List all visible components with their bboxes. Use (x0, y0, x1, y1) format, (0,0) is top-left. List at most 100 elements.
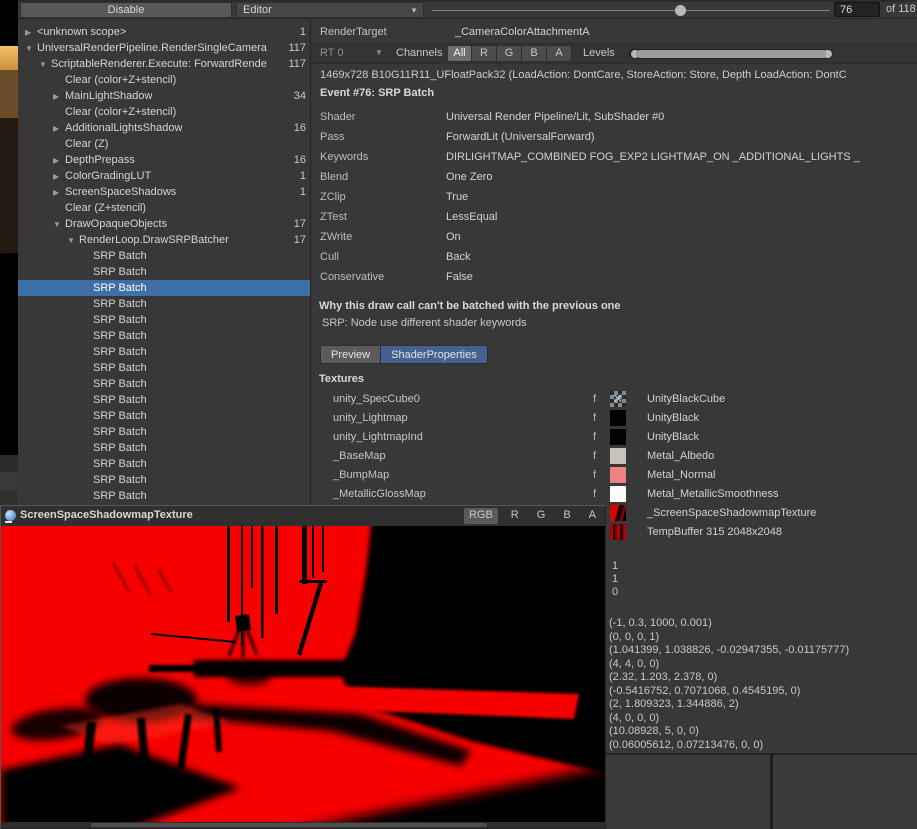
tree-row-label: <unknown scope> (37, 26, 126, 38)
texture-thumbnail[interactable] (610, 467, 626, 483)
event-slider[interactable] (432, 2, 830, 18)
tree-row[interactable]: ▼DrawOpaqueObjects17 (18, 216, 310, 232)
channel-b-button[interactable]: B (522, 45, 547, 62)
event-slider-handle[interactable] (675, 5, 686, 16)
tree-row-label: SRP Batch (93, 474, 147, 486)
tree-row[interactable]: ▼UniversalRenderPipeline.RenderSingleCam… (18, 40, 310, 56)
target-selector-dropdown[interactable]: Editor ▼ (236, 2, 424, 18)
tree-row[interactable]: ▶ColorGradingLUT1 (18, 168, 310, 184)
texture-row[interactable]: unity_LightmapfUnityBlack (311, 409, 917, 428)
chevron-right-icon[interactable]: ▶ (53, 188, 65, 197)
channel-g-button[interactable]: G (497, 45, 522, 62)
texture-thumbnail[interactable] (610, 391, 626, 407)
texture-row[interactable]: unity_SpecCube0fUnityBlackCube (311, 390, 917, 409)
tree-row[interactable]: ▶AdditionalLightsShadow16 (18, 120, 310, 136)
tree-row-label: SRP Batch (93, 266, 147, 278)
preview-channel-r-button[interactable]: R (506, 508, 524, 524)
tree-row[interactable]: Clear (color+Z+stencil) (18, 72, 310, 88)
property-label: Conservative (311, 271, 446, 283)
shader-property-row: ZWriteOn (311, 227, 917, 247)
property-value: False (446, 271, 917, 283)
preview-horizontal-scrollbar[interactable] (1, 822, 605, 828)
event-tree[interactable]: ▶<unknown scope>1▼UniversalRenderPipelin… (18, 19, 310, 505)
tree-row[interactable]: Clear (color+Z+stencil) (18, 104, 310, 120)
tree-row[interactable]: SRP Batch (18, 488, 310, 504)
preview-channel-g-button[interactable]: G (532, 508, 551, 524)
channel-r-button[interactable]: R (472, 45, 497, 62)
property-value: Universal Render Pipeline/Lit, SubShader… (446, 111, 917, 123)
tree-row[interactable]: SRP Batch (18, 424, 310, 440)
channel-all-button[interactable]: All (447, 45, 472, 62)
tree-row[interactable]: Clear (Z+stencil) (18, 200, 310, 216)
chevron-right-icon[interactable]: ▶ (53, 156, 65, 165)
texture-thumbnail[interactable] (610, 505, 626, 521)
preview-channel-a-button[interactable]: A (584, 508, 601, 524)
tree-row[interactable]: SRP Batch (18, 408, 310, 424)
texture-row[interactable]: unity_LightmapIndfUnityBlack (311, 428, 917, 447)
chevron-down-icon[interactable]: ▼ (25, 44, 37, 53)
tree-row[interactable]: Clear (Z) (18, 136, 310, 152)
property-label: ZTest (311, 211, 446, 223)
levels-label: Levels (583, 47, 615, 59)
vector-value: (2, 1.809323, 1.344886, 2) (609, 698, 849, 712)
texture-row[interactable]: _BaseMapfMetal_Albedo (311, 447, 917, 466)
property-label: ZClip (311, 191, 446, 203)
chevron-down-icon[interactable]: ▼ (39, 60, 51, 69)
chevron-right-icon[interactable]: ▶ (53, 172, 65, 181)
texture-thumbnail[interactable] (610, 410, 626, 426)
texture-row[interactable]: _MetallicGlossMapfMetal_MetallicSmoothne… (311, 485, 917, 504)
tree-row-count: 17 (294, 234, 310, 246)
tree-row[interactable]: SRP Batch (18, 264, 310, 280)
tree-row[interactable]: SRP Batch (18, 456, 310, 472)
tree-row[interactable]: SRP Batch (18, 248, 310, 264)
preview-titlebar[interactable]: ScreenSpaceShadowmapTexture RGBRGBA (1, 506, 605, 526)
chevron-down-icon[interactable]: ▼ (53, 220, 65, 229)
background-scene-strip (0, 0, 18, 505)
property-value: On (446, 231, 917, 243)
chevron-right-icon[interactable]: ▶ (53, 124, 65, 133)
disable-button[interactable]: Disable (20, 2, 232, 18)
texture-thumbnail[interactable] (610, 429, 626, 445)
shadowmap-render (1, 526, 605, 822)
tree-row[interactable]: ▶ScreenSpaceShadows1 (18, 184, 310, 200)
event-total-label: of 118 (886, 3, 916, 15)
texture-row[interactable]: _BumpMapfMetal_Normal (311, 466, 917, 485)
tree-row[interactable]: SRP Batch (18, 376, 310, 392)
rt-index-dropdown[interactable]: RT 0 (320, 47, 343, 59)
tree-row-label: SRP Batch (93, 394, 147, 406)
tree-row[interactable]: ▶MainLightShadow34 (18, 88, 310, 104)
tree-row[interactable]: SRP Batch (18, 392, 310, 408)
channel-a-button[interactable]: A (547, 45, 572, 62)
property-value: One Zero (446, 171, 917, 183)
tree-row[interactable]: ▼RenderLoop.DrawSRPBatcher17 (18, 232, 310, 248)
tab-preview[interactable]: Preview (320, 345, 381, 364)
preview-channel-b-button[interactable]: B (558, 508, 575, 524)
tree-row[interactable]: SRP Batch (18, 328, 310, 344)
tree-row[interactable]: SRP Batch (18, 440, 310, 456)
levels-max-handle[interactable] (826, 50, 832, 58)
texture-thumbnail[interactable] (610, 486, 626, 502)
tree-row[interactable]: SRP Batch (18, 280, 310, 296)
tab-shaderproperties[interactable]: ShaderProperties (381, 345, 488, 364)
event-slider-track (432, 10, 830, 11)
chevron-right-icon[interactable]: ▶ (25, 28, 37, 37)
tree-row[interactable]: ▼ScriptableRenderer.Execute: ForwardRend… (18, 56, 310, 72)
chevron-down-icon[interactable]: ▼ (67, 236, 79, 245)
chevron-right-icon[interactable]: ▶ (53, 92, 65, 101)
tree-row[interactable]: SRP Batch (18, 472, 310, 488)
tree-row-label: ScriptableRenderer.Execute: ForwardRende (51, 58, 267, 70)
texture-thumbnail[interactable] (610, 448, 626, 464)
tree-row[interactable]: SRP Batch (18, 296, 310, 312)
tree-row[interactable]: SRP Batch (18, 360, 310, 376)
tree-row-label: Clear (color+Z+stencil) (65, 74, 176, 86)
preview-scrollbar-thumb[interactable] (91, 823, 487, 827)
levels-slider[interactable] (629, 49, 833, 59)
preview-channel-rgb-button[interactable]: RGB (464, 508, 498, 524)
texture-thumbnail[interactable] (610, 524, 626, 540)
event-number-input[interactable] (834, 2, 880, 17)
tree-row[interactable]: SRP Batch (18, 312, 310, 328)
tree-row[interactable]: ▶DepthPrepass16 (18, 152, 310, 168)
tree-row[interactable]: ▶<unknown scope>1 (18, 24, 310, 40)
tree-row[interactable]: SRP Batch (18, 344, 310, 360)
texture-property-name: unity_Lightmap (333, 412, 408, 424)
